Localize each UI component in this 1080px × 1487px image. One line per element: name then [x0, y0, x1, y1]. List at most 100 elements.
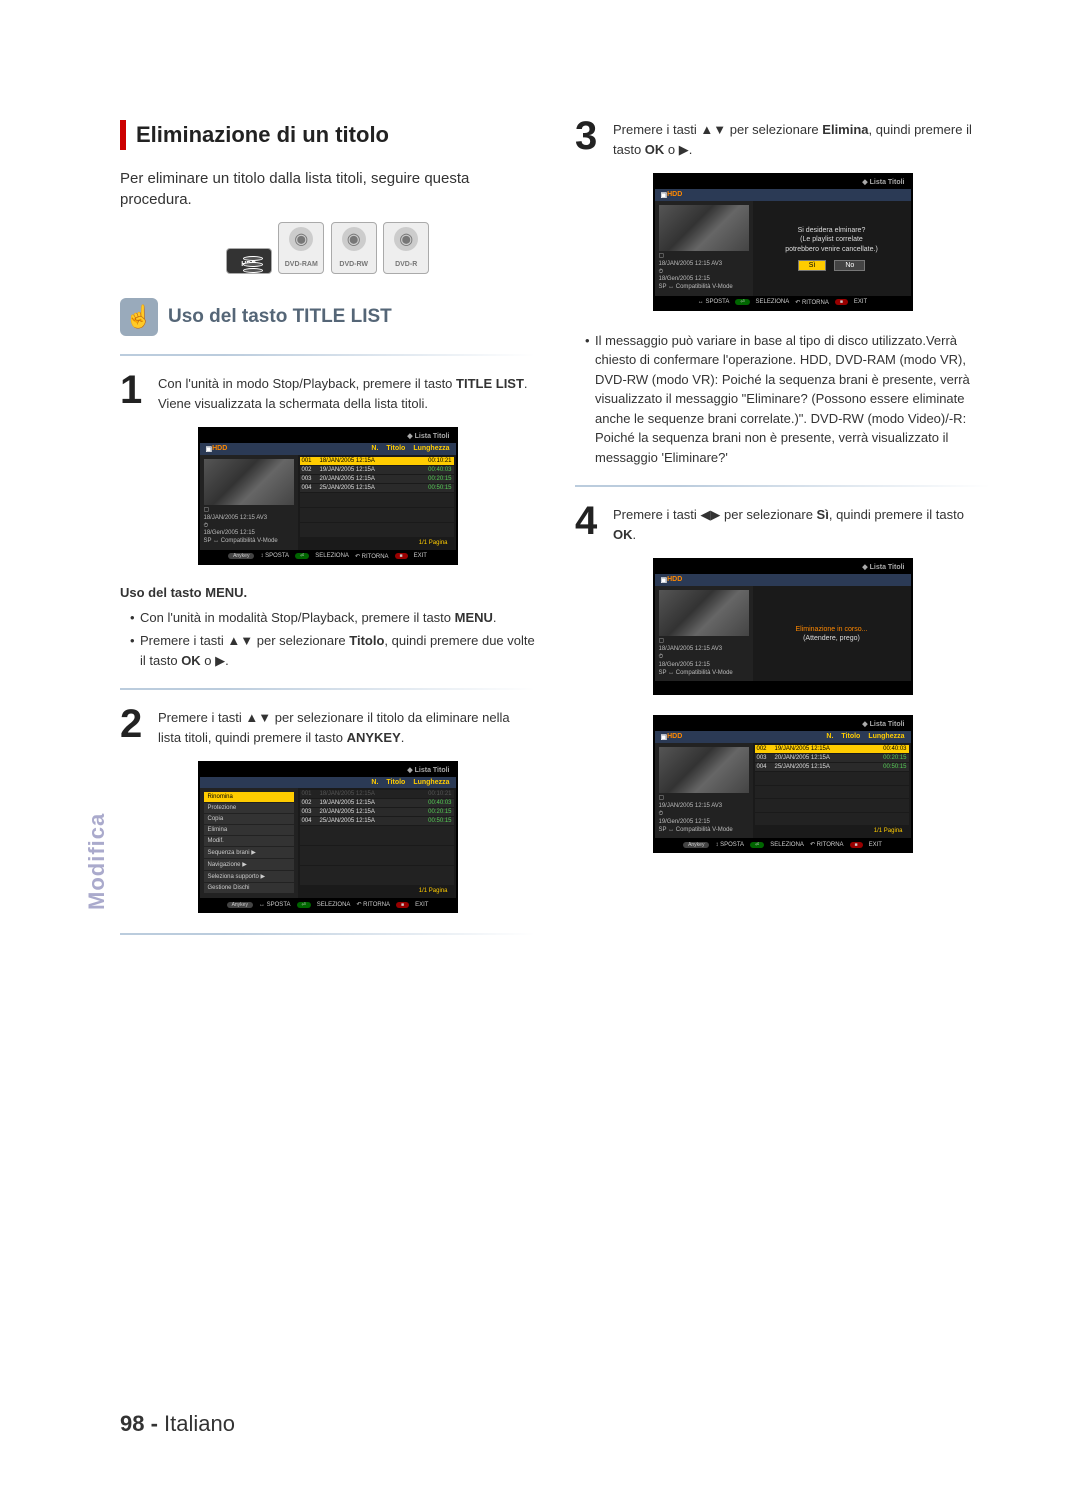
tv4-left: ▢ 18/JAN/2005 12:15 AV3 ⏱ 18/Gen/2005 12…	[655, 586, 753, 681]
table-row[interactable]: 00118/JAN/2005 12:15A00:10:21	[300, 790, 454, 798]
bullet-1: Con l'unità in modalità Stop/Playback, p…	[130, 608, 535, 628]
yes-button[interactable]: Sì	[798, 260, 827, 271]
tv4-footer	[655, 681, 911, 693]
right-arrow-icon: ▶	[679, 142, 689, 157]
context-menu-item[interactable]: Rinomina	[204, 792, 294, 802]
up-down-arrows-icon: ▲▼	[227, 633, 253, 648]
tv5-left: ▢ 19/JAN/2005 12:15 AV3 ⏱ 19/Gen/2005 12…	[655, 743, 753, 838]
tv3-header: Lista Titoli	[655, 175, 911, 189]
hand-icon: ☝	[120, 298, 158, 336]
context-menu-item[interactable]: Copia	[204, 814, 294, 824]
table-row[interactable]: 00118/JAN/2005 12:15A00:10:21	[300, 457, 454, 465]
disc-hdd-icon: HDD	[226, 248, 272, 274]
step-2-body: Premere i tasti ▲▼ per selezionare il ti…	[158, 708, 535, 747]
divider	[120, 354, 535, 356]
context-menu-item[interactable]: Elimina	[204, 825, 294, 835]
tv-screenshot-5: Lista Titoli ▣HDD N. Titolo Lunghezza ▢ …	[653, 715, 913, 853]
right-arrow-icon: ▶	[215, 653, 225, 668]
divider	[575, 485, 990, 487]
thumbnail-icon	[204, 459, 294, 505]
context-menu-item[interactable]: Navigazione ▶	[204, 859, 294, 870]
table-row[interactable]: 00320/JAN/2005 12:15A00:20:15	[300, 475, 454, 483]
tv-screenshot-2: Lista Titoli N. Titolo Lunghezza Rinomin…	[198, 761, 458, 913]
page-language: Italiano	[164, 1411, 235, 1436]
step-num-2: 2	[120, 708, 150, 747]
tv1-info1: 18/JAN/2005 12:15 AV3	[204, 515, 294, 523]
tv-screenshot-3: Lista Titoli ▣HDD ▢ 18/JAN/2005 12:15 AV…	[653, 173, 913, 311]
dialog-line2: (Le playlist correlate	[785, 235, 878, 244]
hdd-icon: ▣	[661, 576, 668, 584]
section-title: Eliminazione di un titolo	[136, 122, 389, 148]
disc-dvdr-icon: ◉DVD-R	[383, 222, 429, 274]
disc-icons: HDD ◉DVD-RAM ◉DVD-RW ◉DVD-R	[120, 222, 535, 274]
tv4-dialog: Eliminazione in corso... (Attendere, pre…	[753, 586, 911, 681]
tv-screenshot-1: Lista Titoli ▣ HDD N. Titolo Lunghezza ▢…	[198, 427, 458, 565]
thumbnail-icon	[659, 590, 749, 636]
step-num-4: 4	[575, 505, 605, 544]
side-tab: Modifica	[84, 813, 110, 910]
step-2: 2 Premere i tasti ▲▼ per selezionare il …	[120, 708, 535, 747]
anykey-pill: Anykey	[683, 842, 709, 848]
up-down-arrows-icon: ▲▼	[700, 122, 726, 137]
tv1-info3: SP ↔ Compatibilità V-Mode	[204, 538, 294, 546]
page-footer: 98 - Italiano	[120, 1411, 235, 1437]
up-down-arrows-icon: ▲▼	[245, 710, 271, 725]
context-menu-item[interactable]: Modif.	[204, 836, 294, 846]
tv2-bar: N. Titolo Lunghezza	[200, 777, 456, 788]
step-3: 3 Premere i tasti ▲▼ per selezionare Eli…	[575, 120, 990, 159]
step-1-body: Con l'unità in modo Stop/Playback, preme…	[158, 374, 535, 413]
table-row[interactable]: 00425/JAN/2005 12:15A00:50:15	[300, 817, 454, 825]
step-4-body: Premere i tasti ◀▶ per selezionare Sì, q…	[613, 505, 990, 544]
hdd-icon: ▣	[206, 445, 213, 453]
tv5-footer: Anykey ↕ SPOSTA ⏎SELEZIONA ↶ RITORNA ■EX…	[655, 838, 911, 851]
step-4: 4 Premere i tasti ◀▶ per selezionare Sì,…	[575, 505, 990, 544]
disc-dvdrw-icon: ◉DVD-RW	[331, 222, 377, 274]
subheading-row: ☝ Uso del tasto TITLE LIST	[120, 298, 535, 336]
context-menu-item[interactable]: Protezione	[204, 803, 294, 813]
context-menu-item[interactable]: Sequenza brani ▶	[204, 847, 294, 858]
tv2-header: Lista Titoli	[200, 763, 456, 777]
bullet-2: Premere i tasti ▲▼ per selezionare Titol…	[130, 631, 535, 670]
tv1-info2: 18/Gen/2005 12:15	[204, 530, 294, 538]
hdd-icon: ▣	[661, 191, 668, 199]
context-menu-item[interactable]: Seleziona supporto ▶	[204, 871, 294, 882]
table-row[interactable]: 00320/JAN/2005 12:15A00:20:15	[300, 808, 454, 816]
note-text: Il messaggio può variare in base al tipo…	[585, 331, 990, 468]
content-columns: Eliminazione di un titolo Per eliminare …	[120, 120, 990, 953]
table-row[interactable]: 00425/JAN/2005 12:15A00:50:15	[755, 763, 909, 771]
left-right-arrows-icon: ◀▶	[700, 507, 720, 522]
tv5-list: 00219/JAN/2005 12:15A00:40:0300320/JAN/2…	[753, 743, 911, 838]
tv-screenshot-4: Lista Titoli ▣HDD ▢ 18/JAN/2005 12:15 AV…	[653, 558, 913, 695]
tv2-footer: Anykey ↔ SPOSTA ⏎SELEZIONA ↶ RITORNA ■EX…	[200, 898, 456, 911]
table-row[interactable]: 00425/JAN/2005 12:15A00:50:15	[300, 484, 454, 492]
hdd-icon: ▣	[661, 733, 668, 741]
tv1-header: Lista Titoli	[200, 429, 456, 443]
disc-dvdram-icon: ◉DVD-RAM	[278, 222, 324, 274]
section-title-row: Eliminazione di un titolo	[120, 120, 535, 150]
page-number: 98 -	[120, 1411, 158, 1436]
context-menu-item[interactable]: Gestione Dischi	[204, 883, 294, 893]
tv2-menu: RinominaProtezioneCopiaEliminaModif.Sequ…	[200, 788, 298, 898]
tv5-header: Lista Titoli	[655, 717, 911, 731]
tv1-bar: ▣ HDD N. Titolo Lunghezza	[200, 443, 456, 455]
note-list: Il messaggio può variare in base al tipo…	[575, 331, 990, 468]
thumbnail-icon	[659, 205, 749, 251]
left-column: Eliminazione di un titolo Per eliminare …	[120, 120, 535, 953]
anykey-pill: Anykey	[228, 553, 254, 559]
no-button[interactable]: No	[834, 260, 865, 271]
table-row[interactable]: 00320/JAN/2005 12:15A00:20:15	[755, 754, 909, 762]
anykey-pill: Anykey	[227, 902, 253, 908]
subheading: Uso del tasto TITLE LIST	[168, 306, 392, 328]
tv2-list: 00118/JAN/2005 12:15A00:10:2100219/JAN/2…	[298, 788, 456, 898]
red-bar-icon	[120, 120, 126, 150]
table-row[interactable]: 00219/JAN/2005 12:15A00:40:03	[300, 466, 454, 474]
step-3-body: Premere i tasti ▲▼ per selezionare Elimi…	[613, 120, 990, 159]
tv3-footer: ↔ SPOSTA ⏎SELEZIONA ↶ RITORNA ■EXIT	[655, 296, 911, 309]
menu-subhead: Uso del tasto MENU.	[120, 585, 535, 600]
right-column: 3 Premere i tasti ▲▼ per selezionare Eli…	[575, 120, 990, 953]
table-row[interactable]: 00219/JAN/2005 12:15A00:40:03	[755, 745, 909, 753]
table-row[interactable]: 00219/JAN/2005 12:15A00:40:03	[300, 799, 454, 807]
menu-bullets: Con l'unità in modalità Stop/Playback, p…	[120, 608, 535, 671]
progress-line1: Eliminazione in corso...	[796, 625, 868, 634]
divider	[120, 688, 535, 690]
